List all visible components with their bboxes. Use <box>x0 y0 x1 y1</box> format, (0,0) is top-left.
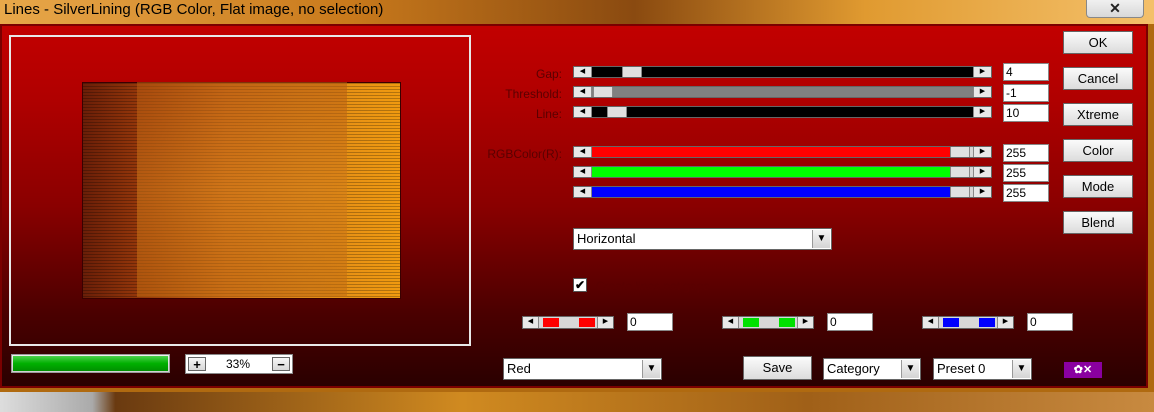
red-value[interactable]: 255 <box>1003 144 1049 162</box>
blue-slider[interactable]: ◀ ▶ <box>573 186 992 198</box>
arrow-right-icon[interactable]: ▶ <box>597 317 613 328</box>
green-track[interactable] <box>592 167 950 177</box>
progress-bar <box>11 354 170 373</box>
threshold-slider[interactable]: ◀ ▶ <box>573 86 992 98</box>
preset-select[interactable]: Preset 0 ▼ <box>933 358 1032 380</box>
mini-swatch <box>779 318 795 327</box>
arrow-right-icon[interactable]: ▶ <box>973 67 991 77</box>
orientation-selected: Horizontal <box>577 231 636 246</box>
close-button[interactable]: ✕ <box>1086 0 1144 18</box>
arrow-left-icon[interactable]: ◀ <box>574 67 592 77</box>
arrow-left-icon[interactable]: ◀ <box>923 317 939 328</box>
blue-track[interactable] <box>592 187 950 197</box>
mini-swatch <box>979 318 995 327</box>
plugin-logo-icon[interactable]: ✿✕ <box>1064 362 1102 378</box>
mini-value-blue[interactable]: 0 <box>1027 313 1073 331</box>
mini-swatch <box>543 318 559 327</box>
gap-track[interactable] <box>592 67 973 77</box>
arrow-left-icon[interactable]: ◀ <box>574 107 592 117</box>
red-slider[interactable]: ◀ ▶ <box>573 146 992 158</box>
preset-selected: Preset 0 <box>937 361 986 376</box>
arrow-right-icon[interactable]: ▶ <box>797 317 813 328</box>
mini-swatch <box>743 318 759 327</box>
ok-button[interactable]: OK <box>1063 31 1133 54</box>
mini-slider-green[interactable]: ◀ ▶ <box>722 316 814 329</box>
blend-button[interactable]: Blend <box>1063 211 1133 234</box>
arrow-right-icon[interactable]: ▶ <box>973 187 991 197</box>
arrow-right-icon[interactable]: ▶ <box>973 87 991 97</box>
progress-fill <box>13 356 168 371</box>
zoom-control: + 33% − <box>185 354 293 374</box>
chevron-down-icon[interactable]: ▼ <box>1012 360 1030 378</box>
arrow-left-icon[interactable]: ◀ <box>574 187 592 197</box>
threshold-thumb[interactable] <box>593 87 613 97</box>
line-label: Line: <box>535 107 562 121</box>
blue-thumb[interactable] <box>950 187 970 197</box>
arrow-right-icon[interactable]: ▶ <box>973 107 991 117</box>
arrow-left-icon[interactable]: ◀ <box>523 317 539 328</box>
mode-button[interactable]: Mode <box>1063 175 1133 198</box>
chevron-down-icon[interactable]: ▼ <box>642 360 660 378</box>
arrow-left-icon[interactable]: ◀ <box>574 167 592 177</box>
blue-value[interactable]: 255 <box>1003 184 1049 202</box>
gap-thumb[interactable] <box>622 67 642 77</box>
cancel-button[interactable]: Cancel <box>1063 67 1133 90</box>
line-slider[interactable]: ◀ ▶ <box>573 106 992 118</box>
window-title: Lines - SilverLining (RGB Color, Flat im… <box>4 1 384 18</box>
channel-select[interactable]: Red ▼ <box>503 358 662 380</box>
rgb-label: RGBColor(R): <box>487 147 562 161</box>
threshold-label: Threshold: <box>505 87 562 101</box>
green-thumb[interactable] <box>950 167 970 177</box>
save-button[interactable]: Save <box>743 356 812 380</box>
arrow-left-icon[interactable]: ◀ <box>574 87 592 97</box>
zoom-in-button[interactable]: + <box>188 357 206 371</box>
channel-selected: Red <box>507 361 531 376</box>
green-slider[interactable]: ◀ ▶ <box>573 166 992 178</box>
mini-swatch <box>579 318 595 327</box>
category-selected: Category <box>827 361 880 376</box>
xtreme-button[interactable]: Xtreme <box>1063 103 1133 126</box>
line-thumb[interactable] <box>607 107 627 117</box>
threshold-value[interactable]: -1 <box>1003 84 1049 102</box>
arrow-left-icon[interactable]: ◀ <box>574 147 592 157</box>
category-select[interactable]: Category ▼ <box>823 358 921 380</box>
arrow-right-icon[interactable]: ▶ <box>973 147 991 157</box>
mini-slider-blue[interactable]: ◀ ▶ <box>922 316 1014 329</box>
mini-value-green[interactable]: 0 <box>827 313 873 331</box>
orientation-select[interactable]: Horizontal ▼ <box>573 228 832 250</box>
mini-swatch <box>943 318 959 327</box>
mini-slider-red[interactable]: ◀ ▶ <box>522 316 614 329</box>
gap-slider[interactable]: ◀ ▶ <box>573 66 992 78</box>
background-bottom-strip <box>0 392 1154 412</box>
arrow-right-icon[interactable]: ▶ <box>973 167 991 177</box>
preview-image-overlay <box>137 82 347 297</box>
line-track[interactable] <box>592 107 973 117</box>
create-lines-checkbox[interactable]: ✔ <box>573 278 587 292</box>
chevron-down-icon[interactable]: ▼ <box>812 230 830 248</box>
line-value[interactable]: 10 <box>1003 104 1049 122</box>
zoom-level: 33% <box>226 357 251 371</box>
mini-value-red[interactable]: 0 <box>627 313 673 331</box>
create-lines-label: Create lines not gaps <box>596 279 710 293</box>
chevron-down-icon[interactable]: ▼ <box>901 360 919 378</box>
green-value[interactable]: 255 <box>1003 164 1049 182</box>
gap-label: Gap: <box>535 67 562 81</box>
zoom-out-button[interactable]: − <box>272 357 290 371</box>
red-track[interactable] <box>592 147 950 157</box>
arrow-right-icon[interactable]: ▶ <box>997 317 1013 328</box>
red-thumb[interactable] <box>950 147 970 157</box>
threshold-track[interactable] <box>592 87 973 97</box>
arrow-left-icon[interactable]: ◀ <box>723 317 739 328</box>
gap-value[interactable]: 4 <box>1003 63 1049 81</box>
color-button[interactable]: Color <box>1063 139 1133 162</box>
